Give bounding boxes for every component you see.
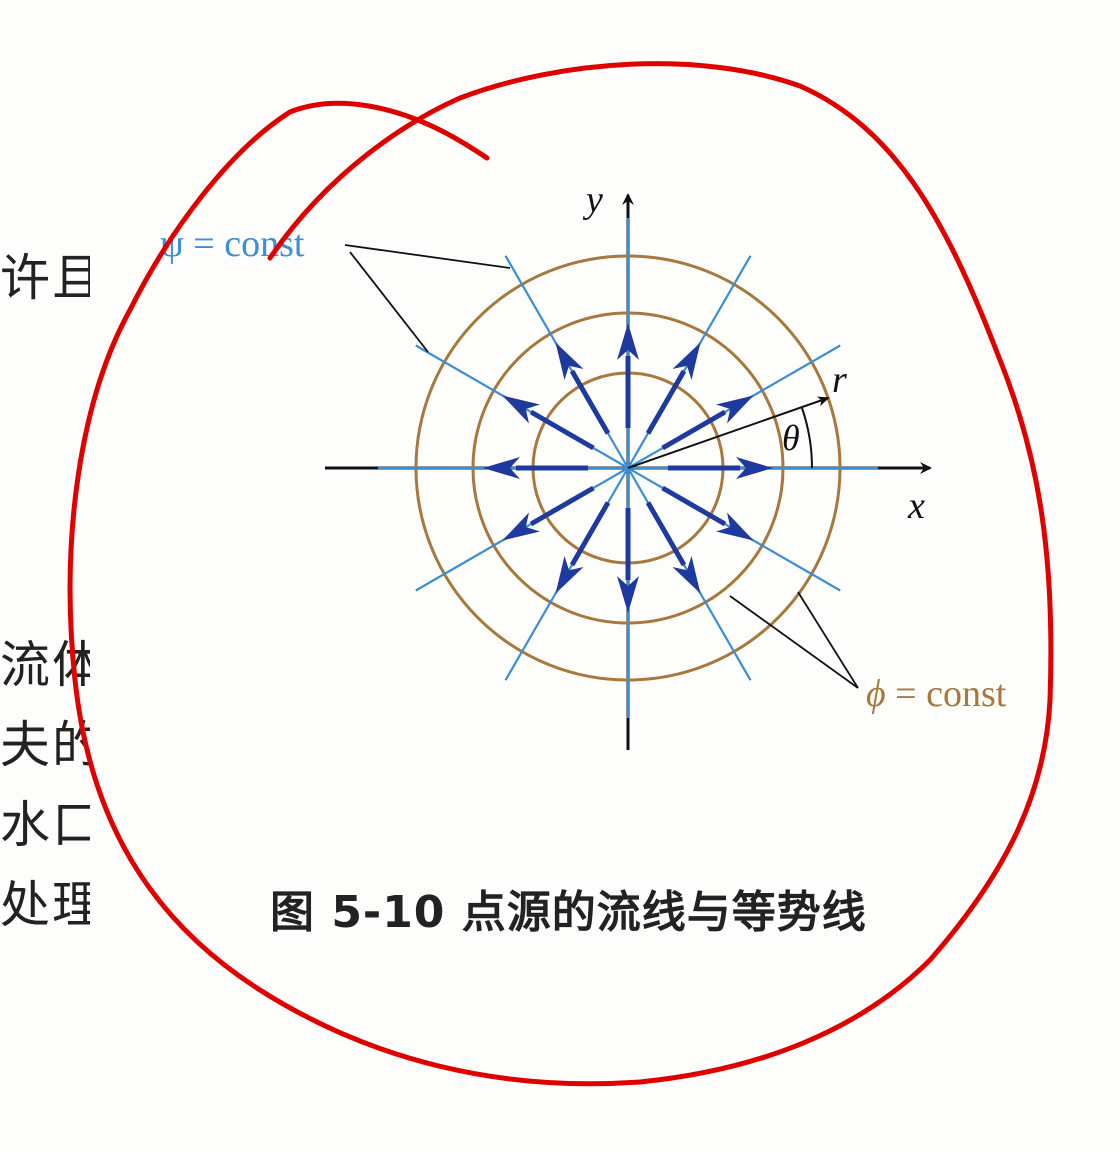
- velocity-arrow-head: [502, 395, 540, 424]
- figure-caption: 图 5-10 点源的流线与等势线: [270, 887, 867, 938]
- velocity-arrow-head: [502, 512, 540, 541]
- phi-const: = const: [886, 673, 1007, 715]
- phi-leader-lines: [729, 591, 859, 689]
- phi-symbol: ϕ: [866, 673, 886, 715]
- velocity-arrow-head: [672, 342, 701, 380]
- psi-label: ψ = const: [160, 223, 305, 265]
- point-source-diagram: ψ = const y x r θ ϕ = const: [67, 61, 1054, 1087]
- psi-leader-lines: [344, 244, 511, 353]
- velocity-arrow-head: [555, 342, 584, 380]
- velocity-arrow-head: [672, 556, 701, 594]
- velocity-arrow-head: [716, 395, 754, 424]
- r-label: r: [832, 359, 847, 401]
- phi-label: ϕ = const: [866, 673, 1007, 715]
- x-axis-label: x: [907, 485, 925, 527]
- velocity-arrow-head: [555, 556, 584, 594]
- y-axis-label: y: [582, 179, 603, 221]
- theta-label: θ: [782, 418, 800, 458]
- velocity-arrow-head: [716, 512, 754, 541]
- theta-arc: [801, 407, 814, 469]
